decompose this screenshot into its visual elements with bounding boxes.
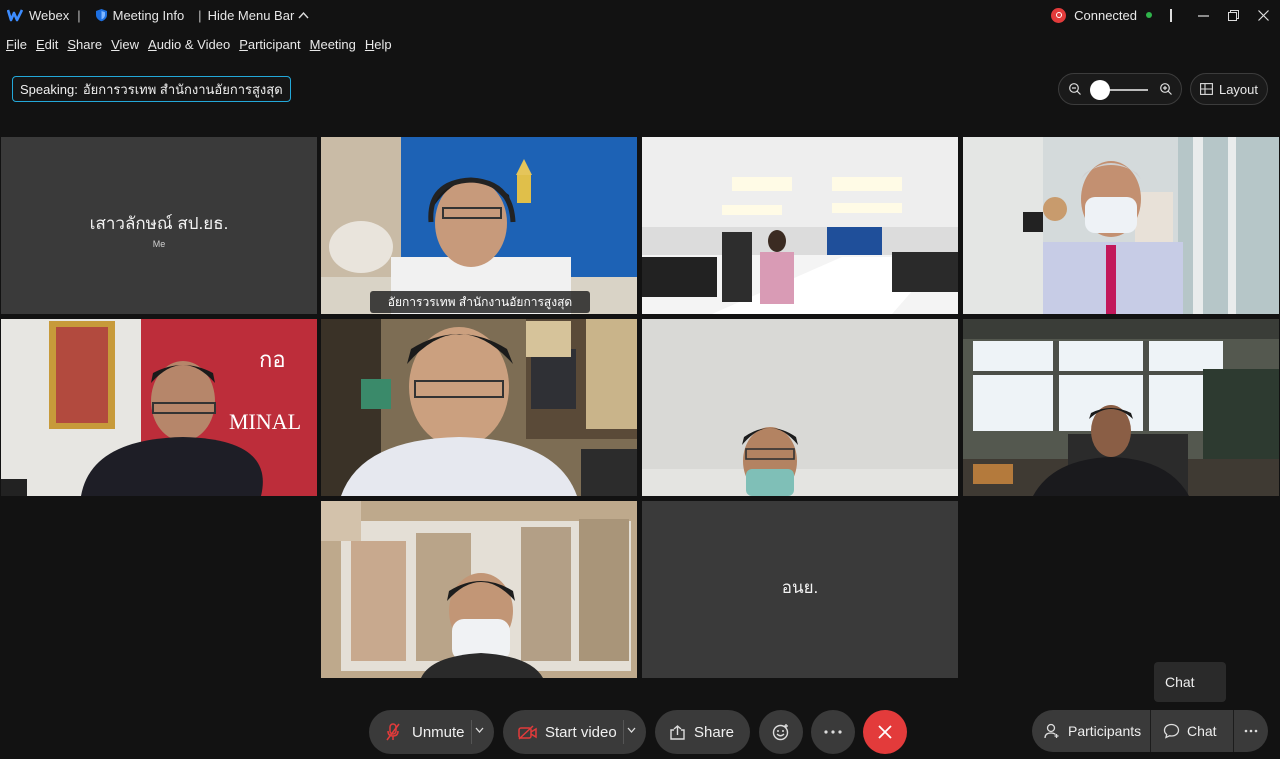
meeting-info-label: Meeting Info bbox=[112, 7, 185, 23]
speaking-label: Speaking: bbox=[20, 81, 78, 97]
more-horizontal-icon bbox=[1244, 729, 1258, 733]
unmute-button[interactable]: Unmute bbox=[369, 710, 494, 754]
self-indicator: Me bbox=[152, 239, 166, 249]
more-horizontal-icon bbox=[824, 730, 842, 734]
webex-app-menu[interactable]: Webex bbox=[0, 8, 69, 23]
menu-edit[interactable]: Edit bbox=[36, 37, 58, 55]
active-speaker-nametag: อัยการวรเทพ สำนักงานอัยการสูงสุด bbox=[370, 291, 590, 313]
hide-menu-bar-label: Hide Menu Bar bbox=[207, 7, 295, 23]
title-divider bbox=[1170, 8, 1172, 22]
participant-video bbox=[321, 501, 637, 678]
leave-meeting-button[interactable] bbox=[863, 710, 907, 754]
restore-button[interactable] bbox=[1218, 0, 1248, 30]
chat-button[interactable]: Chat bbox=[1151, 710, 1233, 752]
participant-video: กอ MINAL bbox=[1, 319, 317, 496]
menu-file[interactable]: File bbox=[6, 37, 27, 55]
title-bar: Webex | Meeting Info | Hide Menu Bar Con… bbox=[0, 0, 1280, 30]
speaking-name: อัยการวรเทพ สำนักงานอัยการสูงสุด bbox=[82, 81, 283, 97]
participant-video bbox=[963, 319, 1279, 496]
svg-text:MINAL: MINAL bbox=[229, 409, 301, 434]
video-tile-participant[interactable] bbox=[642, 319, 958, 496]
chevron-down-icon[interactable] bbox=[475, 725, 484, 736]
participant-video bbox=[642, 137, 958, 314]
menu-bar: File Edit Share View Audio & Video Parti… bbox=[6, 37, 401, 55]
panel-controls: Participants Chat bbox=[1032, 710, 1268, 752]
title-separator: | bbox=[198, 7, 202, 23]
menu-help[interactable]: Help bbox=[365, 37, 392, 55]
share-icon bbox=[670, 724, 685, 740]
hide-menu-bar-button[interactable]: Hide Menu Bar bbox=[208, 8, 310, 23]
chevron-up-icon bbox=[298, 11, 309, 19]
connection-status: Connected bbox=[1074, 7, 1137, 23]
video-off-icon bbox=[518, 724, 537, 740]
zoom-handle[interactable] bbox=[1090, 80, 1110, 100]
video-tile-participant[interactable] bbox=[963, 319, 1279, 496]
minimize-button[interactable] bbox=[1188, 0, 1218, 30]
participants-label: Participants bbox=[1068, 723, 1142, 739]
participant-video bbox=[963, 137, 1279, 314]
chat-bubble-icon bbox=[1163, 723, 1180, 739]
video-tile-participant[interactable] bbox=[321, 319, 637, 496]
video-tile-participant[interactable] bbox=[963, 137, 1279, 314]
video-tile-participant[interactable]: อนย. bbox=[642, 501, 958, 678]
more-options-button[interactable] bbox=[811, 710, 855, 754]
webex-logo-icon bbox=[7, 9, 23, 22]
unmute-label: Unmute bbox=[412, 723, 465, 741]
participant-name: เสาวลักษณ์ สป.ยธ. bbox=[89, 214, 229, 233]
layout-button[interactable]: Layout bbox=[1190, 73, 1268, 105]
title-separator: | bbox=[77, 7, 81, 23]
svg-text:กอ: กอ bbox=[259, 347, 286, 372]
layout-grid-icon bbox=[1200, 83, 1213, 95]
zoom-slider[interactable] bbox=[1058, 73, 1182, 105]
zoom-in-icon[interactable] bbox=[1159, 82, 1173, 96]
menu-participant[interactable]: Participant bbox=[239, 37, 300, 55]
layout-label: Layout bbox=[1218, 81, 1259, 97]
participant-video bbox=[321, 319, 637, 496]
minimize-icon bbox=[1197, 14, 1209, 17]
share-button[interactable]: Share bbox=[655, 710, 750, 754]
participant-video bbox=[321, 137, 637, 314]
shield-icon bbox=[95, 9, 107, 22]
close-icon bbox=[878, 725, 892, 739]
chat-tooltip: Chat bbox=[1154, 662, 1226, 702]
share-label: Share bbox=[694, 723, 735, 741]
menu-share[interactable]: Share bbox=[67, 37, 102, 55]
zoom-out-icon[interactable] bbox=[1068, 82, 1082, 96]
connection-status-dot bbox=[1146, 12, 1152, 18]
menu-meeting[interactable]: Meeting bbox=[310, 37, 356, 55]
chevron-down-icon[interactable] bbox=[627, 725, 636, 736]
video-tile-self[interactable]: เสาวลักษณ์ สป.ยธ. Me bbox=[1, 137, 317, 314]
control-divider bbox=[623, 720, 624, 744]
participants-icon bbox=[1044, 723, 1059, 739]
participant-video bbox=[642, 319, 958, 496]
title-bar-right: Connected bbox=[1051, 0, 1280, 30]
start-video-label: Start video bbox=[545, 723, 617, 741]
start-video-button[interactable]: Start video bbox=[503, 710, 646, 754]
microphone-muted-icon bbox=[386, 723, 400, 741]
connection-alert-icon bbox=[1051, 7, 1067, 23]
close-window-button[interactable] bbox=[1248, 0, 1278, 30]
participant-name: อนย. bbox=[781, 578, 819, 597]
more-panels-button[interactable] bbox=[1234, 710, 1268, 752]
close-icon bbox=[1257, 9, 1269, 21]
menu-audio-video[interactable]: Audio & Video bbox=[148, 37, 230, 55]
participants-button[interactable]: Participants bbox=[1032, 710, 1150, 752]
meeting-info-button[interactable]: Meeting Info bbox=[95, 7, 185, 23]
restore-icon bbox=[1227, 9, 1239, 21]
app-name: Webex bbox=[29, 7, 70, 23]
speaking-indicator: Speaking: อัยการวรเทพ สำนักงานอัยการสูงส… bbox=[12, 76, 291, 102]
control-divider bbox=[471, 720, 472, 744]
reactions-button[interactable] bbox=[759, 710, 803, 754]
menu-view[interactable]: View bbox=[111, 37, 139, 55]
chat-label: Chat bbox=[1187, 723, 1217, 739]
smiley-icon bbox=[772, 724, 789, 741]
video-tile-active-speaker[interactable]: อัยการวรเทพ สำนักงานอัยการสูงสุด bbox=[321, 137, 637, 314]
video-tile-participant[interactable] bbox=[321, 501, 637, 678]
video-tile-participant[interactable]: กอ MINAL bbox=[1, 319, 317, 496]
video-tile-conference-room[interactable] bbox=[642, 137, 958, 314]
